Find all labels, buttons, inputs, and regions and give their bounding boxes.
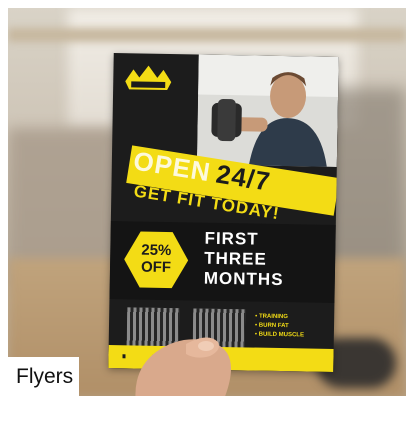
- background-beam: [8, 28, 406, 42]
- offer-line: FIRST: [204, 228, 259, 249]
- flyer-photo: OPEN24/7 GET FIT TODAY! 25% OFF FIRST TH…: [8, 8, 406, 396]
- man-with-dumbbell-icon: [196, 54, 339, 167]
- hand-icon: [135, 337, 231, 396]
- gym-logo-icon: [125, 65, 172, 90]
- feature-list: • TRAINING • BURN FAT • BUILD MUSCLE: [255, 313, 305, 341]
- offer-text: FIRST THREE MONTHS: [204, 229, 285, 290]
- gym-flyer: OPEN24/7 GET FIT TODAY! 25% OFF FIRST TH…: [108, 53, 339, 372]
- offer-line: MONTHS: [203, 268, 284, 290]
- offer-line: THREE: [204, 248, 267, 269]
- caption-label: Flyers: [8, 357, 80, 396]
- discount-badge: 25% OFF: [124, 241, 189, 277]
- discount-percent: 25%: [141, 241, 172, 260]
- discount-off: OFF: [140, 258, 172, 277]
- feature-item: • BUILD MUSCLE: [254, 331, 305, 339]
